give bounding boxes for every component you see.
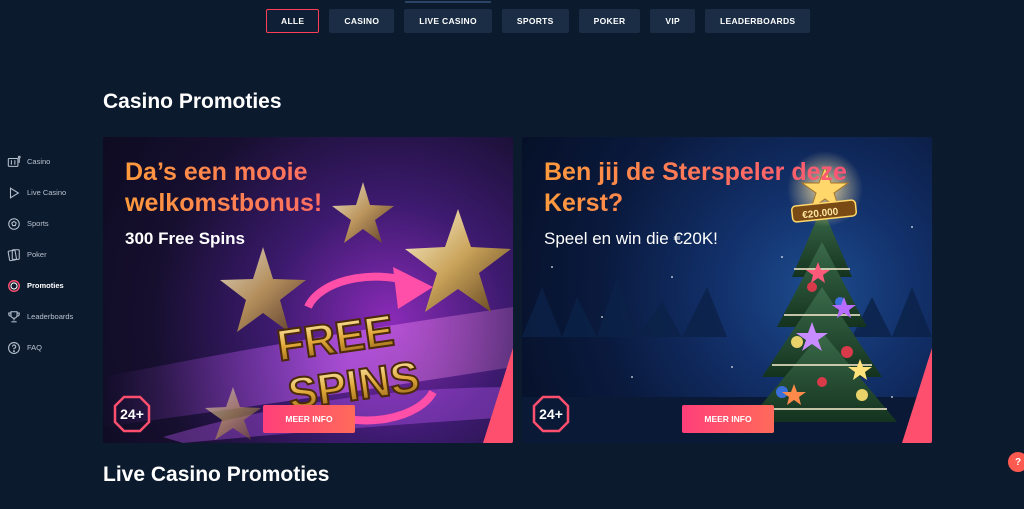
tab-sports[interactable]: SPORTS <box>501 9 569 33</box>
sidebar-item-casino[interactable]: Casino <box>6 153 96 170</box>
sidebar-item-label: Casino <box>27 157 51 166</box>
meer-info-button[interactable]: MEER INFO <box>682 405 774 433</box>
tab-casino[interactable]: CASINO <box>329 9 395 33</box>
meer-info-button[interactable]: MEER INFO <box>263 405 355 433</box>
casino-promoties-title: Casino Promoties <box>103 90 282 113</box>
trophy-icon <box>6 309 21 324</box>
promo-subheading: Speel en win die €20K! <box>544 229 718 248</box>
sidebar-item-live-casino[interactable]: Live Casino <box>6 184 96 201</box>
promo-card-christmas[interactable]: €20.000 Ben jij de Sterspeler deze Kerst… <box>522 137 932 443</box>
promo-filter-tabs: ALLE CASINO LIVE CASINO SPORTS POKER VIP… <box>266 1 811 33</box>
tab-alle[interactable]: ALLE <box>266 9 320 33</box>
tab-leaderboards[interactable]: LEADERBOARDS <box>705 9 811 33</box>
age-restriction-badge: 24+ <box>113 395 151 433</box>
sidebar-item-label: FAQ <box>27 343 43 352</box>
card-corner-accent <box>902 348 932 443</box>
age-restriction-text: 24+ <box>539 406 563 422</box>
live-casino-promoties-title: Live Casino Promoties <box>103 463 330 486</box>
promo-card-welcome-bonus[interactable]: FREE SPINS Da’s een mooie welkomstbonus!… <box>103 137 513 443</box>
promo-subheading: 300 Free Spins <box>125 229 246 248</box>
sidebar-item-leaderboards[interactable]: Leaderboards <box>6 308 96 325</box>
sidebar-item-promoties[interactable]: Promoties <box>6 277 96 294</box>
age-restriction-badge: 24+ <box>532 395 570 433</box>
sidebar-nav: Casino Live Casino Sports Poker Promotie… <box>6 153 96 356</box>
soccer-ball-icon <box>6 216 21 231</box>
sidebar-item-sports[interactable]: Sports <box>6 215 96 232</box>
tab-live-casino[interactable]: LIVE CASINO <box>404 1 492 33</box>
sidebar-item-label: Promoties <box>27 281 64 290</box>
promo-ring-icon <box>6 278 21 293</box>
tab-poker[interactable]: POKER <box>578 9 641 33</box>
cards-icon <box>6 247 21 262</box>
sidebar-item-poker[interactable]: Poker <box>6 246 96 263</box>
tab-vip[interactable]: VIP <box>650 9 695 33</box>
sidebar-item-label: Leaderboards <box>27 312 74 321</box>
slot-machine-icon <box>6 154 21 169</box>
sidebar-item-label: Poker <box>27 250 47 259</box>
sidebar-item-label: Live Casino <box>27 188 67 197</box>
question-icon <box>6 340 21 355</box>
sidebar-item-label: Sports <box>27 219 49 228</box>
help-chat-button[interactable]: ? <box>1008 452 1024 472</box>
play-icon <box>6 185 21 200</box>
sidebar-item-faq[interactable]: FAQ <box>6 339 96 356</box>
card-corner-accent <box>483 348 513 443</box>
age-restriction-text: 24+ <box>120 406 144 422</box>
promo-heading: Da’s een mooie welkomstbonus! <box>125 157 445 219</box>
promo-heading: Ben jij de Sterspeler deze Kerst? <box>544 157 864 219</box>
